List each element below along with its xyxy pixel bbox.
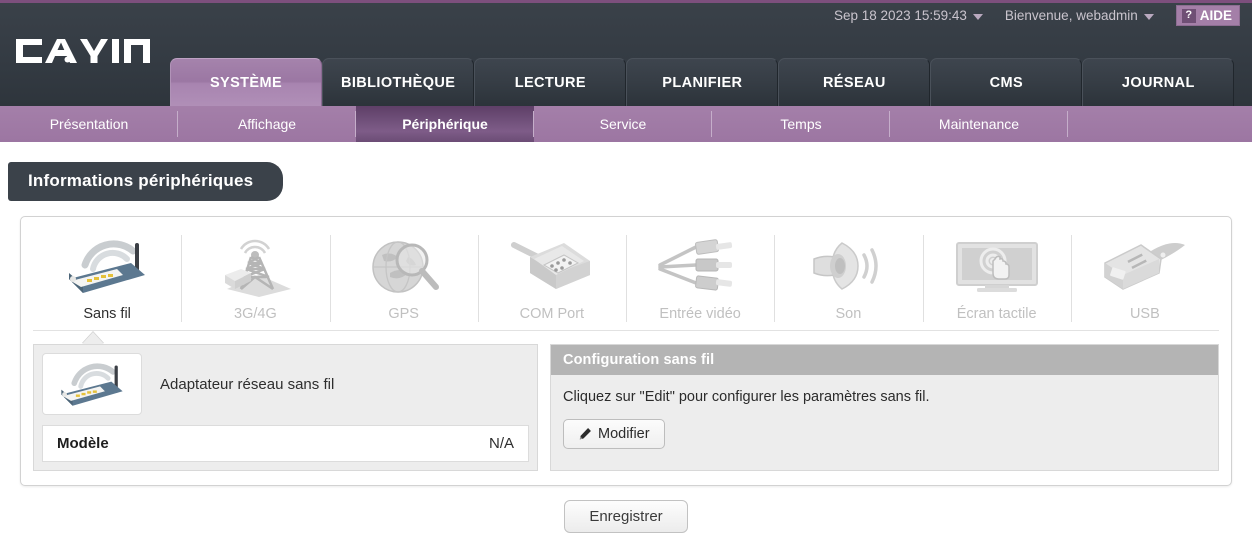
sub-tab-temps[interactable]: Temps bbox=[712, 106, 890, 142]
device-tab-sound[interactable]: Son bbox=[774, 227, 922, 328]
device-tab-video-input[interactable]: Entrée vidéo bbox=[626, 227, 774, 328]
device-tab-wireless[interactable]: Sans fil bbox=[33, 227, 181, 328]
wireless-config-header: Configuration sans fil bbox=[551, 345, 1218, 375]
chevron-down-icon bbox=[1143, 13, 1154, 20]
active-device-pointer-icon bbox=[82, 332, 104, 344]
sub-tab-label: Présentation bbox=[49, 116, 129, 132]
sub-tab-label: Service bbox=[599, 116, 647, 132]
touchscreen-icon bbox=[949, 235, 1045, 297]
wireless-config-body: Cliquez sur "Edit" pour configurer les p… bbox=[551, 375, 1218, 465]
question-mark-icon: ? bbox=[1181, 8, 1196, 23]
device-tab-label: Sans fil bbox=[83, 306, 131, 322]
usb-connector-icon bbox=[1097, 235, 1193, 297]
edit-button-label: Modifier bbox=[598, 426, 650, 442]
sub-tab-maintenance[interactable]: Maintenance bbox=[890, 106, 1068, 142]
save-button[interactable]: Enregistrer bbox=[564, 500, 688, 533]
device-tab-label: USB bbox=[1129, 306, 1160, 322]
device-tab-touchscreen[interactable]: Écran tactile bbox=[922, 227, 1071, 328]
edit-button[interactable]: Modifier bbox=[563, 419, 665, 449]
main-tab-cms[interactable]: CMS bbox=[930, 58, 1083, 106]
cell-tower-icon bbox=[207, 235, 303, 297]
main-tab-bar: SYSTÈME BIBLIOTHÈQUE LECTURE PLANIFIER R… bbox=[170, 58, 1235, 106]
main-tab-systeme[interactable]: SYSTÈME bbox=[170, 58, 322, 106]
adapter-summary: Adaptateur réseau sans fil bbox=[42, 353, 529, 425]
pencil-icon bbox=[579, 428, 591, 440]
sub-nav-filler bbox=[1068, 106, 1252, 142]
user-menu[interactable]: Bienvenue, webadmin bbox=[1005, 8, 1154, 23]
main-tab-label: JOURNAL bbox=[1121, 74, 1195, 91]
device-selector-row: Sans fil 3G/4G GPS COM Port Entrée vidéo… bbox=[33, 227, 1219, 331]
sub-tab-peripherique[interactable]: Périphérique bbox=[356, 106, 534, 142]
speaker-icon bbox=[800, 235, 896, 297]
wireless-router-icon bbox=[59, 235, 155, 297]
sub-tab-label: Maintenance bbox=[938, 116, 1020, 132]
sub-tab-label: Périphérique bbox=[402, 116, 488, 132]
device-tab-label: COM Port bbox=[519, 306, 585, 322]
sub-tab-service[interactable]: Service bbox=[534, 106, 712, 142]
main-tab-label: RÉSEAU bbox=[822, 74, 886, 91]
utility-bar: Sep 18 2023 15:59:43 Bienvenue, webadmin… bbox=[0, 3, 1252, 28]
adapter-model-key: Modèle bbox=[57, 435, 109, 452]
adapter-name: Adaptateur réseau sans fil bbox=[160, 375, 335, 393]
sub-tab-presentation[interactable]: Présentation bbox=[0, 106, 178, 142]
sub-nav-bar: Présentation Affichage Périphérique Serv… bbox=[0, 106, 1252, 142]
app-header: Sep 18 2023 15:59:43 Bienvenue, webadmin… bbox=[0, 3, 1252, 106]
datetime-label: Sep 18 2023 15:59:43 bbox=[834, 8, 967, 23]
main-tab-label: BIBLIOTHÈQUE bbox=[341, 74, 456, 91]
page-title-area: Informations périphériques bbox=[0, 142, 1252, 201]
sub-tab-label: Affichage bbox=[237, 116, 297, 132]
main-tab-label: LECTURE bbox=[514, 74, 586, 91]
adapter-model-row: Modèle N/A bbox=[42, 425, 529, 462]
device-tab-label: Écran tactile bbox=[956, 306, 1037, 322]
adapter-model-value: N/A bbox=[488, 435, 514, 452]
device-tab-usb[interactable]: USB bbox=[1070, 227, 1219, 328]
device-tab-com-port[interactable]: COM Port bbox=[477, 227, 626, 328]
main-tab-label: PLANIFIER bbox=[662, 74, 743, 91]
device-tab-3g4g[interactable]: 3G/4G bbox=[181, 227, 329, 328]
main-tab-planifier[interactable]: PLANIFIER bbox=[626, 58, 779, 106]
cayin-logo[interactable] bbox=[14, 35, 164, 67]
sub-tab-label: Temps bbox=[780, 116, 822, 132]
rca-cables-icon bbox=[652, 235, 748, 297]
device-tab-label: Son bbox=[835, 306, 862, 322]
help-label: AIDE bbox=[1199, 8, 1232, 23]
device-tab-label: 3G/4G bbox=[234, 306, 277, 322]
main-tab-lecture[interactable]: LECTURE bbox=[474, 58, 627, 106]
welcome-label: Bienvenue, webadmin bbox=[1004, 8, 1138, 23]
datetime-menu[interactable]: Sep 18 2023 15:59:43 bbox=[834, 8, 983, 23]
help-button[interactable]: ? AIDE bbox=[1175, 5, 1240, 26]
wireless-config-description: Cliquez sur "Edit" pour configurer les p… bbox=[563, 389, 930, 405]
sub-tab-affichage[interactable]: Affichage bbox=[178, 106, 356, 142]
wireless-config-panel: Configuration sans fil Cliquez sur "Edit… bbox=[550, 344, 1219, 471]
main-tab-reseau[interactable]: RÉSEAU bbox=[778, 58, 931, 106]
device-tab-gps[interactable]: GPS bbox=[329, 227, 478, 328]
main-tab-label: CMS bbox=[989, 74, 1024, 91]
main-tab-label: SYSTÈME bbox=[209, 74, 283, 91]
device-detail-area: Adaptateur réseau sans fil Modèle N/A Co… bbox=[33, 332, 1219, 471]
device-tab-label: Entrée vidéo bbox=[659, 306, 741, 322]
adapter-info-panel: Adaptateur réseau sans fil Modèle N/A bbox=[33, 344, 538, 471]
device-tab-label: GPS bbox=[388, 306, 419, 322]
globe-magnifier-icon bbox=[356, 235, 452, 297]
adapter-thumbnail bbox=[42, 353, 142, 415]
main-tab-bibliotheque[interactable]: BIBLIOTHÈQUE bbox=[322, 58, 475, 106]
device-info-card: Sans fil 3G/4G GPS COM Port Entrée vidéo… bbox=[20, 216, 1232, 486]
main-tab-journal[interactable]: JOURNAL bbox=[1082, 58, 1235, 106]
serial-connector-icon bbox=[504, 235, 600, 297]
chevron-down-icon bbox=[972, 13, 983, 20]
footer-actions: Enregistrer bbox=[0, 500, 1252, 533]
page-title: Informations périphériques bbox=[8, 162, 284, 201]
